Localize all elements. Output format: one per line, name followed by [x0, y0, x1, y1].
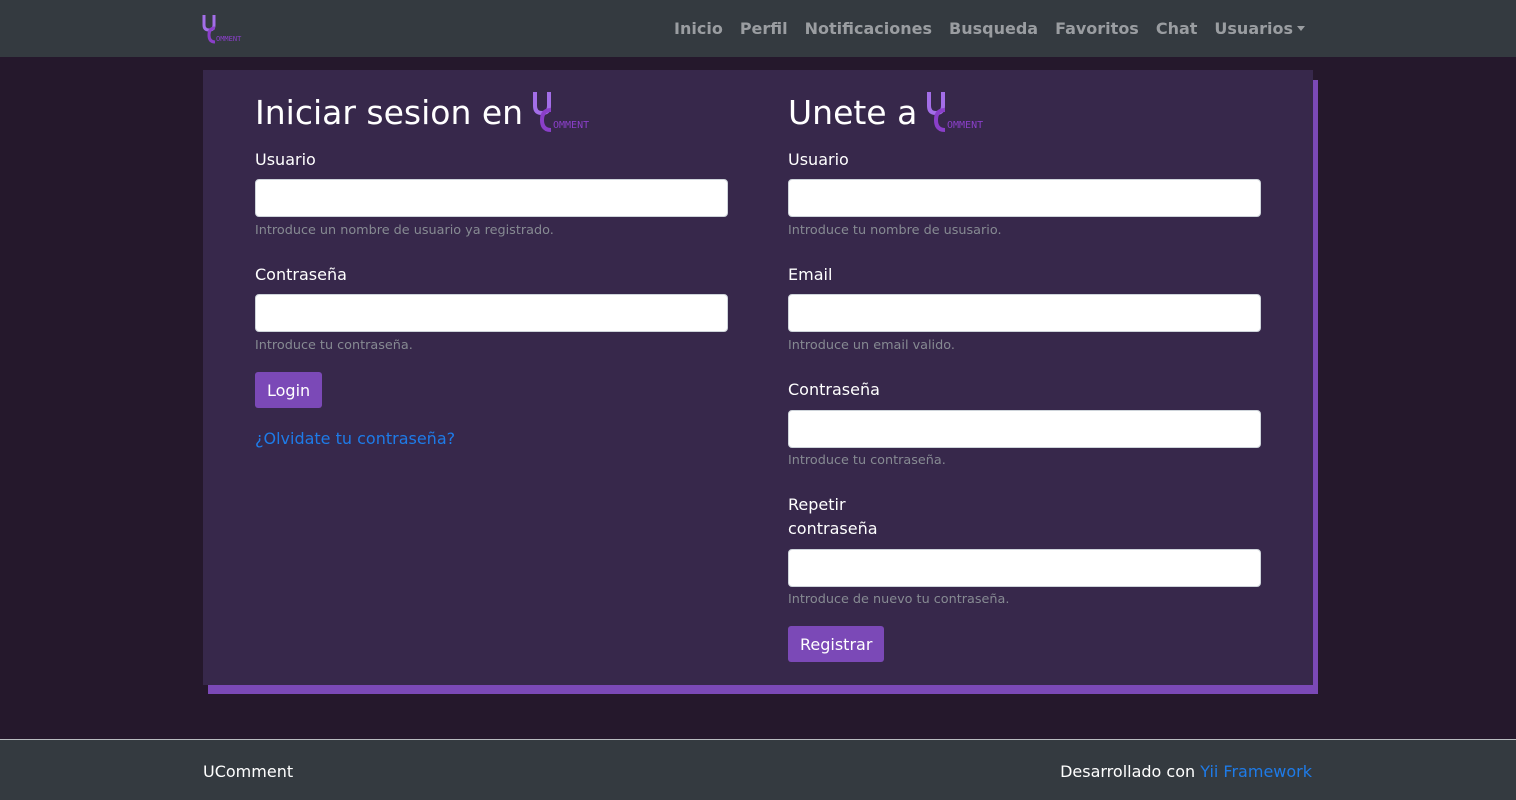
register-repeat-password-input[interactable] [788, 549, 1261, 587]
register-repeat-password-label-line1: Repetir [788, 495, 846, 514]
register-heading-text: Unete a [788, 92, 918, 132]
nav-chat[interactable]: Chat [1156, 19, 1198, 38]
main-nav: Inicio Perfil Notificaciones Busqueda Fa… [657, 0, 1305, 57]
login-password-input[interactable] [255, 294, 728, 332]
register-email-input[interactable] [788, 294, 1261, 332]
nav-usuarios-dropdown[interactable]: Usuarios [1214, 19, 1305, 38]
ucomment-logo: OMMENT [927, 92, 983, 132]
footer-brand: UComment [203, 762, 294, 781]
login-username-input[interactable] [255, 179, 728, 217]
footer: UComment Desarrollado con Yii Framework [0, 739, 1516, 800]
register-username-label: Usuario [788, 150, 849, 169]
register-email-hint: Introduce un email valido. [788, 338, 955, 353]
register-repeat-password-hint: Introduce de nuevo tu contraseña. [788, 592, 1010, 607]
login-username-hint: Introduce un nombre de usuario ya regist… [255, 223, 554, 238]
register-password-input[interactable] [788, 410, 1261, 448]
register-password-hint: Introduce tu contraseña. [788, 453, 946, 468]
login-heading: Iniciar sesion en OMMENT [255, 88, 611, 136]
register-username-input[interactable] [788, 179, 1261, 217]
login-username-label: Usuario [255, 150, 316, 169]
yii-framework-link[interactable]: Yii Framework [1200, 762, 1312, 781]
ucomment-logo: OMMENT [533, 92, 589, 132]
svg-text:OMMENT: OMMENT [947, 120, 983, 131]
nav-notificaciones[interactable]: Notificaciones [805, 19, 932, 38]
register-username-hint: Introduce tu nombre de ususario. [788, 223, 1002, 238]
nav-favoritos[interactable]: Favoritos [1055, 19, 1139, 38]
auth-card: Iniciar sesion en OMMENT Usuario Introdu… [203, 70, 1313, 685]
register-heading: Unete a OMMENT [788, 88, 1005, 136]
register-repeat-password-label-line2: contraseña [788, 519, 878, 538]
nav-busqueda[interactable]: Busqueda [949, 19, 1038, 38]
login-password-label: Contraseña [255, 265, 347, 284]
login-button[interactable]: Login [255, 372, 323, 408]
register-password-label: Contraseña [788, 380, 880, 399]
navbar: OMMENT Inicio Perfil Notificaciones Busq… [0, 0, 1516, 57]
forgot-password-link[interactable]: ¿Olvidate tu contraseña? [255, 429, 455, 448]
register-email-label: Email [788, 265, 833, 284]
login-heading-text: Iniciar sesion en [255, 92, 524, 132]
footer-credits-text: Desarrollado con [1060, 762, 1196, 781]
svg-text:OMMENT: OMMENT [216, 35, 242, 43]
register-button[interactable]: Registrar [788, 626, 885, 662]
footer-credits: Desarrollado con Yii Framework [1060, 762, 1312, 781]
nav-inicio[interactable]: Inicio [674, 19, 723, 38]
svg-text:OMMENT: OMMENT [553, 120, 589, 131]
login-password-hint: Introduce tu contraseña. [255, 338, 413, 353]
ucomment-logo[interactable]: OMMENT [201, 13, 257, 45]
nav-perfil[interactable]: Perfil [740, 19, 788, 38]
